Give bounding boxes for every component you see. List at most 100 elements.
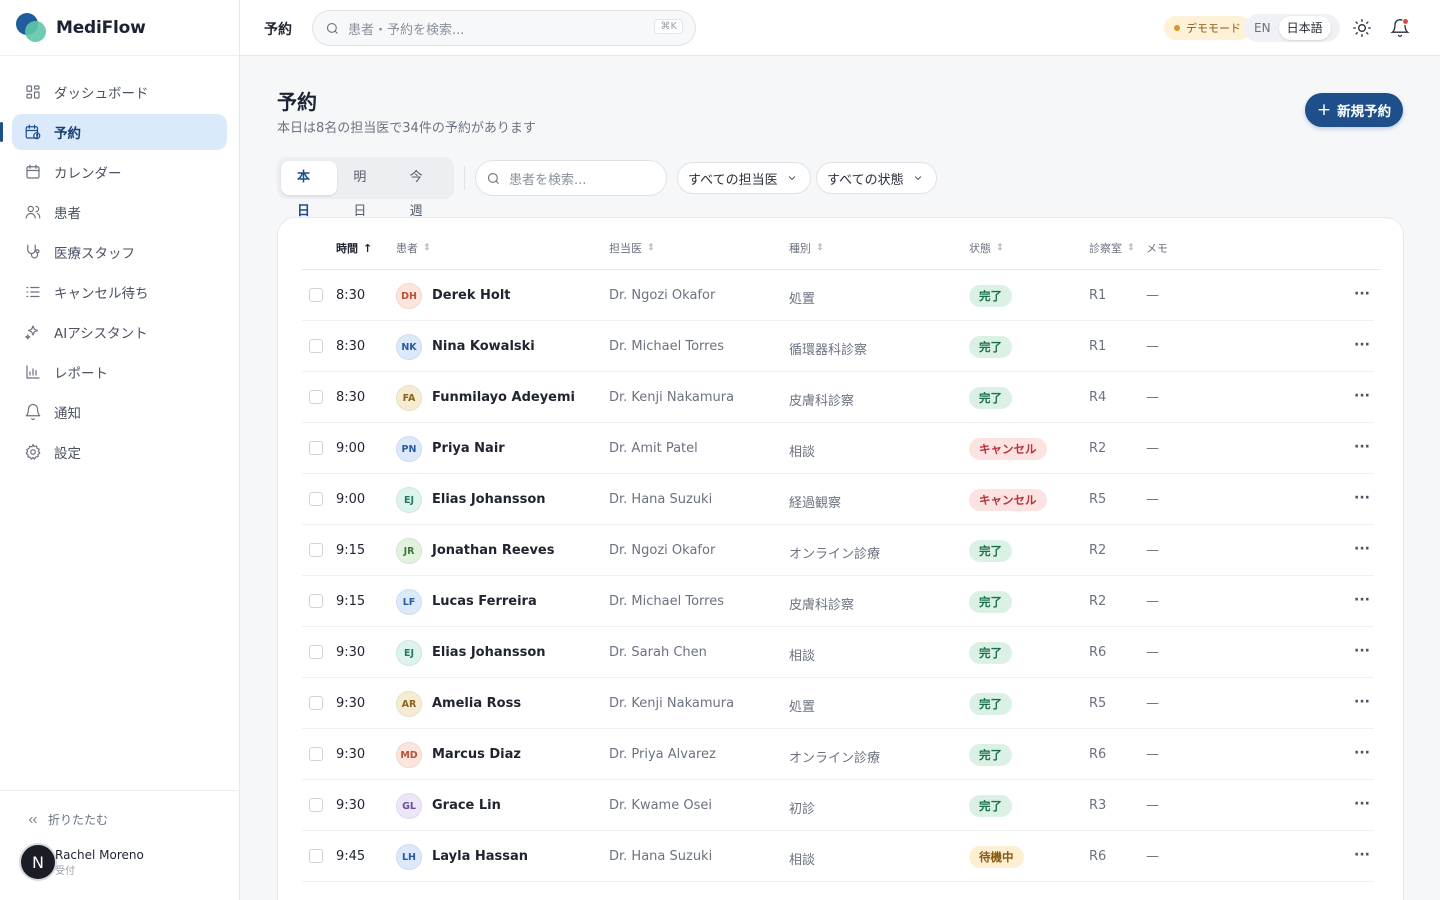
row-actions-more-icon[interactable]: ··· <box>1354 592 1370 608</box>
notifications-button[interactable] <box>1390 18 1410 38</box>
status-badge: 完了 <box>969 744 1012 766</box>
sidebar-item-6[interactable]: AIアシスタント <box>12 314 227 350</box>
row-checkbox[interactable] <box>309 288 323 302</box>
patient-name[interactable]: Elias Johansson <box>432 645 546 660</box>
row-checkbox[interactable] <box>309 645 323 659</box>
user-role: 受付 <box>55 865 75 877</box>
bar-chart-icon <box>24 363 42 381</box>
patient-name[interactable]: Layla Hassan <box>432 849 528 864</box>
patient-avatar: DH <box>396 283 422 309</box>
table-row[interactable]: 8:30 FA Funmilayo Adeyemi Dr. Kenji Nakamur… <box>302 372 1374 423</box>
sidebar-item-7[interactable]: レポート <box>12 354 227 390</box>
column-status[interactable]: 状態 ⇕ <box>969 240 1004 256</box>
row-checkbox[interactable] <box>309 390 323 404</box>
sidebar-item-2[interactable]: カレンダー <box>12 154 227 190</box>
patient-name[interactable]: Priya Nair <box>432 441 505 456</box>
patient-name[interactable]: Amelia Ross <box>432 696 521 711</box>
row-checkbox[interactable] <box>309 543 323 557</box>
language-switcher: EN 日本語 <box>1244 14 1340 42</box>
sort-icon: ⇕ <box>423 243 431 253</box>
row-checkbox[interactable] <box>309 696 323 710</box>
global-search-input[interactable]: 患者・予約を検索... ⌘K <box>312 10 696 46</box>
patient-avatar: LF <box>396 589 422 615</box>
sidebar-item-9[interactable]: 設定 <box>12 434 227 470</box>
sidebar-item-3[interactable]: 患者 <box>12 194 227 230</box>
appointment-type: オンライン診療 <box>789 547 881 562</box>
app-name: MediFlow <box>56 17 146 38</box>
tab-1[interactable]: 明日 <box>337 161 393 219</box>
table-row[interactable]: 9:30 MD Marcus Diaz Dr. Priya Alvarez オンライン診… <box>302 729 1374 780</box>
appointment-time: 9:30 <box>336 747 366 762</box>
table-row[interactable]: 8:30 DH Derek Holt Dr. Ngozi Okafor 処置 完了 R1 — ·… <box>302 270 1374 321</box>
row-checkbox[interactable] <box>309 594 323 608</box>
sidebar-item-8[interactable]: 通知 <box>12 394 227 430</box>
sidebar-item-1[interactable]: 予約 <box>0 114 227 150</box>
patient-name[interactable]: Grace Lin <box>432 798 501 813</box>
row-checkbox[interactable] <box>309 798 323 812</box>
sidebar-item-label: AIアシスタント <box>54 326 148 342</box>
row-checkbox[interactable] <box>309 492 323 506</box>
patient-name[interactable]: Marcus Diaz <box>432 747 521 762</box>
calendar-icon <box>24 163 42 181</box>
patient-name[interactable]: Funmilayo Adeyemi <box>432 390 575 405</box>
row-checkbox[interactable] <box>309 339 323 353</box>
sidebar-item-5[interactable]: キャンセル待ち <box>12 274 227 310</box>
row-actions-more-icon[interactable]: ··· <box>1354 643 1370 659</box>
theme-toggle-button[interactable] <box>1352 18 1372 38</box>
user-profile[interactable]: N Rachel Moreno 受付 <box>19 843 144 881</box>
patient-name[interactable]: Nina Kowalski <box>432 339 535 354</box>
column-type[interactable]: 種別 ⇕ <box>789 240 824 256</box>
room: R6 <box>1089 747 1107 762</box>
status-badge: 完了 <box>969 642 1012 664</box>
column-memo: メモ <box>1146 240 1168 256</box>
row-actions-more-icon[interactable]: ··· <box>1354 388 1370 404</box>
collapse-sidebar-button[interactable]: 折りたたむ <box>26 811 108 828</box>
row-actions-more-icon[interactable]: ··· <box>1354 745 1370 761</box>
row-actions-more-icon[interactable]: ··· <box>1354 796 1370 812</box>
status-filter-dropdown[interactable]: すべての状態 <box>816 162 937 194</box>
table-row[interactable]: 9:30 EJ Elias Johansson Dr. Sarah Chen 相談 完了 R… <box>302 627 1374 678</box>
sort-icon: ⇕ <box>996 243 1004 253</box>
row-actions-more-icon[interactable]: ··· <box>1354 694 1370 710</box>
sidebar-item-4[interactable]: 医療スタッフ <box>12 234 227 270</box>
table-row[interactable]: 9:30 AR Amelia Ross Dr. Kenji Nakamura 処置 完了 R… <box>302 678 1374 729</box>
column-doctor[interactable]: 担当医 ⇕ <box>609 240 655 256</box>
table-row[interactable]: 9:15 JR Jonathan Reeves Dr. Ngozi Okafor オンラ… <box>302 525 1374 576</box>
table-row[interactable]: 9:30 GL Grace Lin Dr. Kwame Osei 初診 完了 R3 — ··· <box>302 780 1374 831</box>
appointment-type: 処置 <box>789 292 816 307</box>
row-actions-more-icon[interactable]: ··· <box>1354 337 1370 353</box>
brand[interactable]: MediFlow <box>0 0 239 56</box>
row-actions-more-icon[interactable]: ··· <box>1354 490 1370 506</box>
tab-2[interactable]: 今週 <box>394 161 450 219</box>
column-time[interactable]: 時間 ↑ <box>336 240 372 256</box>
patient-name[interactable]: Elias Johansson <box>432 492 546 507</box>
patient-avatar: FA <box>396 385 422 411</box>
row-checkbox[interactable] <box>309 849 323 863</box>
lang-option-ja[interactable]: 日本語 <box>1278 16 1331 40</box>
sidebar-item-0[interactable]: ダッシュボード <box>12 74 227 110</box>
column-room[interactable]: 診察室 ⇕ <box>1089 240 1135 256</box>
row-actions-more-icon[interactable]: ··· <box>1354 541 1370 557</box>
table-row[interactable]: 9:45 LH Layla Hassan Dr. Hana Suzuki 相談 待機中 R6… <box>302 831 1374 882</box>
table-row[interactable]: 8:30 NK Nina Kowalski Dr. Michael Torres 循環器… <box>302 321 1374 372</box>
patient-name[interactable]: Jonathan Reeves <box>432 543 555 558</box>
row-checkbox[interactable] <box>309 747 323 761</box>
appointment-time: 8:30 <box>336 288 366 303</box>
patient-name[interactable]: Lucas Ferreira <box>432 594 537 609</box>
doctor-name: Dr. Sarah Chen <box>609 645 707 660</box>
row-actions-more-icon[interactable]: ··· <box>1354 439 1370 455</box>
sidebar-nav: ダッシュボード予約カレンダー患者医療スタッフ キャンセル待ち AIアシスタントレポー… <box>0 56 239 470</box>
table-row[interactable]: 9:15 LF Lucas Ferreira Dr. Michael Torres 皮膚… <box>302 576 1374 627</box>
patient-name[interactable]: Derek Holt <box>432 288 511 303</box>
column-patient[interactable]: 患者 ⇕ <box>396 240 431 256</box>
table-row[interactable]: 9:00 PN Priya Nair Dr. Amit Patel 相談 キャンセル R2 —… <box>302 423 1374 474</box>
table-row[interactable]: 9:00 EJ Elias Johansson Dr. Hana Suzuki 経過観察… <box>302 474 1374 525</box>
row-checkbox[interactable] <box>309 441 323 455</box>
tab-0[interactable]: 本日 <box>281 161 338 219</box>
row-actions-more-icon[interactable]: ··· <box>1354 847 1370 863</box>
lang-option-en[interactable]: EN <box>1246 21 1279 35</box>
row-actions-more-icon[interactable]: ··· <box>1354 286 1370 302</box>
patient-search-input[interactable]: 患者を検索... <box>475 160 667 196</box>
new-appointment-button[interactable]: + 新規予約 <box>1305 93 1403 127</box>
doctor-filter-dropdown[interactable]: すべての担当医 <box>677 162 811 194</box>
